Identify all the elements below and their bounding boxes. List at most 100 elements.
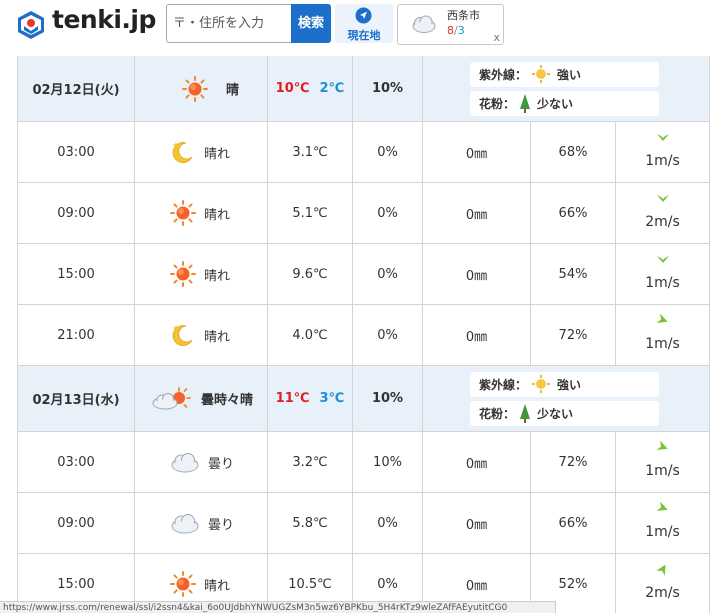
- day-precip: 10%: [353, 56, 423, 121]
- hour-precip-prob: 10%: [353, 432, 423, 492]
- hour-weather-label: 晴れ: [204, 268, 231, 284]
- sunny-icon: [170, 571, 196, 597]
- day-high-temp: 11℃: [275, 391, 310, 406]
- hour-time: 21:00: [17, 305, 135, 365]
- hour-weather-label: 晴れ: [204, 207, 231, 223]
- day-weather-cell: 曇時々晴: [135, 366, 268, 431]
- hour-humidity: 66%: [531, 493, 616, 553]
- hour-weather-label: 晴れ: [204, 329, 231, 345]
- hour-weather-cell: 晴れ: [135, 244, 268, 304]
- uv-value: 強い: [557, 377, 582, 392]
- hour-row: 03:00 曇り 3.2℃ 10% 0㎜ 72% 1m/s: [17, 432, 710, 493]
- hour-temp: 5.1℃: [268, 183, 353, 243]
- day-temps: 10℃ 2℃: [268, 56, 353, 121]
- hour-wind-speed: 1m/s: [645, 336, 680, 352]
- sunny-icon: [170, 261, 196, 287]
- day-precip: 10%: [353, 366, 423, 431]
- hour-rain-amount: 0㎜: [423, 493, 531, 553]
- hour-humidity: 68%: [531, 122, 616, 182]
- pollen-pill[interactable]: 花粉： 少ない: [470, 400, 659, 426]
- hour-time: 03:00: [17, 432, 135, 492]
- pollen-pill[interactable]: 花粉： 少ない: [470, 90, 659, 116]
- location-arrow-icon: [355, 7, 372, 24]
- moon-icon: [172, 142, 193, 163]
- hour-wind: 2m/s: [616, 554, 710, 613]
- recent-close-button[interactable]: x: [493, 31, 500, 44]
- hour-wind-speed: 1m/s: [645, 463, 680, 479]
- hour-weather-cell: 晴れ: [135, 183, 268, 243]
- hour-wind: 1m/s: [616, 493, 710, 553]
- hour-row: 21:00 晴れ 4.0℃ 0% 0㎜ 72% 1m/s: [17, 305, 710, 366]
- wind-direction-icon: [656, 134, 669, 141]
- day-high-temp: 10℃: [275, 81, 310, 96]
- hour-row: 09:00 曇り 5.8℃ 0% 0㎜ 66% 1m/s: [17, 493, 710, 554]
- hourly-forecast-table: 02月12日(火) 晴 10℃ 2℃ 10% 紫外線： 強い 花粉： 少ない 0…: [17, 56, 710, 613]
- hour-humidity: 72%: [531, 305, 616, 365]
- site-header: tenki.jp 検索 現在地 西条市 8/3 x: [0, 0, 715, 48]
- hour-wind-speed: 1m/s: [645, 275, 680, 291]
- hour-temp: 9.6℃: [268, 244, 353, 304]
- uv-icon: [532, 375, 551, 393]
- hour-weather-label: 曇り: [208, 456, 235, 472]
- hour-wind-speed: 1m/s: [645, 153, 680, 169]
- pollen-label: 花粉：: [479, 96, 516, 111]
- day-weather-label: 晴: [226, 83, 240, 98]
- current-location-button[interactable]: 現在地: [335, 4, 393, 43]
- uv-index-pill[interactable]: 紫外線： 強い: [470, 371, 659, 397]
- day-weather-cell: 晴: [135, 56, 268, 121]
- cloudy-icon: [171, 453, 199, 473]
- hour-precip-prob: 0%: [353, 183, 423, 243]
- recent-location-card[interactable]: 西条市 8/3 x: [397, 4, 504, 45]
- uv-label: 紫外線：: [479, 377, 528, 392]
- search-input[interactable]: [166, 4, 292, 43]
- day-indices: 紫外線： 強い 花粉： 少ない: [423, 56, 710, 121]
- date-label: 02月13日(水): [17, 366, 135, 431]
- hour-weather-label: 晴れ: [204, 146, 231, 162]
- hour-weather-cell: 曇り: [135, 432, 268, 492]
- hour-wind: 1m/s: [616, 122, 710, 182]
- hour-wind-speed: 2m/s: [645, 585, 680, 601]
- hour-row: 15:00 晴れ 9.6℃ 0% 0㎜ 54% 1m/s: [17, 244, 710, 305]
- search-button[interactable]: 検索: [291, 4, 331, 43]
- hour-rain-amount: 0㎜: [423, 244, 531, 304]
- hour-row: 09:00 晴れ 5.1℃ 0% 0㎜ 66% 2m/s: [17, 183, 710, 244]
- wind-direction-icon: [656, 256, 669, 263]
- uv-index-pill[interactable]: 紫外線： 強い: [470, 61, 659, 87]
- recent-temps: 8/3: [447, 24, 465, 37]
- cedar-tree-icon: [520, 94, 531, 113]
- day-low-temp: 2℃: [319, 81, 345, 96]
- cloudy-icon: [412, 15, 436, 33]
- day-indices: 紫外線： 強い 花粉： 少ない: [423, 366, 710, 431]
- hour-row: 03:00 晴れ 3.1℃ 0% 0㎜ 68% 1m/s: [17, 122, 710, 183]
- wind-direction-icon: [656, 195, 669, 202]
- hour-temp: 5.8℃: [268, 493, 353, 553]
- hour-precip-prob: 0%: [353, 244, 423, 304]
- hour-weather-label: 曇り: [208, 517, 235, 533]
- hour-temp: 4.0℃: [268, 305, 353, 365]
- cedar-tree-icon: [520, 404, 531, 423]
- hour-wind: 1m/s: [616, 432, 710, 492]
- hour-wind-speed: 2m/s: [645, 214, 680, 230]
- wind-direction-icon: [656, 501, 668, 511]
- hour-wind: 1m/s: [616, 305, 710, 365]
- browser-status-bar: https://www.jrss.com/renewal/ssl/i2ssn4&…: [0, 601, 556, 613]
- hour-time: 15:00: [17, 244, 135, 304]
- site-logo[interactable]: tenki.jp: [52, 5, 156, 34]
- hour-rain-amount: 0㎜: [423, 122, 531, 182]
- hour-rain-amount: 0㎜: [423, 432, 531, 492]
- current-location-label: 現在地: [347, 29, 381, 42]
- recent-high: 8: [447, 24, 454, 37]
- hour-weather-cell: 晴れ: [135, 305, 268, 365]
- hour-humidity: 54%: [531, 244, 616, 304]
- day-low-temp: 3℃: [319, 391, 345, 406]
- uv-value: 強い: [557, 67, 582, 82]
- tenki-logo-icon[interactable]: [16, 10, 46, 40]
- uv-icon: [532, 65, 551, 83]
- sunny-icon: [170, 200, 196, 226]
- hour-wind: 1m/s: [616, 244, 710, 304]
- uv-label: 紫外線：: [479, 67, 528, 82]
- pollen-value: 少ない: [537, 96, 574, 111]
- recent-low: 3: [457, 24, 465, 37]
- day-weather-label: 曇時々晴: [201, 393, 254, 408]
- hour-humidity: 66%: [531, 183, 616, 243]
